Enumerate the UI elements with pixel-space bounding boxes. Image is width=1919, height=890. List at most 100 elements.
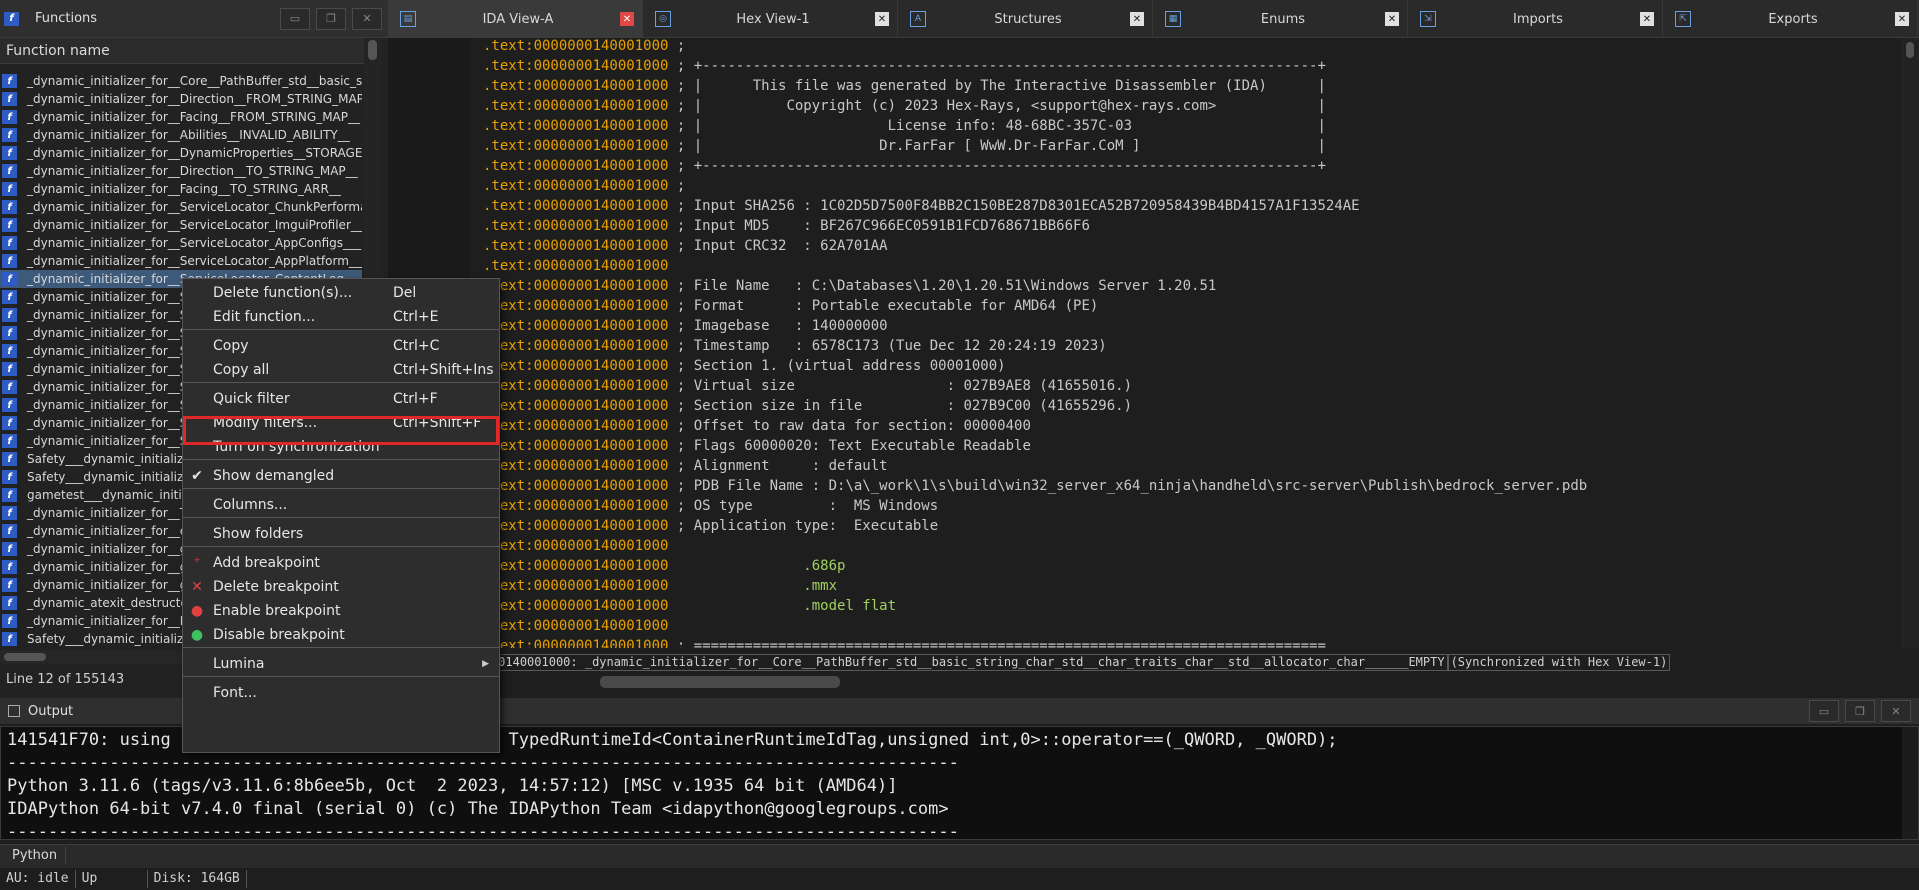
close-icon[interactable]: ✕ bbox=[875, 12, 889, 26]
disassembly-line[interactable]: .text:0000000140001000 ; bbox=[483, 38, 1587, 56]
function-list-item[interactable]: f _dynamic_initializer_for__Facing__TO_ST… bbox=[0, 180, 362, 198]
menu-item-label: Columns... bbox=[213, 497, 288, 513]
function-list-item[interactable]: f _dynamic_initializer_for__DynamicProper… bbox=[0, 144, 362, 162]
maximize-panel-button[interactable]: ❐ bbox=[1845, 700, 1875, 722]
menu-item-show-folders[interactable]: Show folders bbox=[183, 522, 499, 546]
output-line: ----------------------------------------… bbox=[7, 822, 959, 840]
float-panel-button[interactable]: ▭ bbox=[1809, 700, 1839, 722]
python-language-button[interactable]: Python bbox=[4, 847, 67, 864]
disassembly-line[interactable]: .text:0000000140001000 bbox=[483, 536, 1587, 556]
disassembly-line[interactable]: .text:0000000140001000 ; OS type : MS Wi… bbox=[483, 496, 1587, 516]
disassembly-line[interactable]: .text:0000000140001000 ; Format : Portab… bbox=[483, 296, 1587, 316]
function-list-item[interactable]: f _dynamic_initializer_for__Core__PathBuf… bbox=[0, 72, 362, 90]
disassembly-line[interactable]: .text:0000000140001000 .mmx bbox=[483, 576, 1587, 596]
disassembly-line[interactable]: .text:0000000140001000 ; Section size in… bbox=[483, 396, 1587, 416]
disassembly-line[interactable]: .text:0000000140001000 ; Input CRC32 : 6… bbox=[483, 236, 1587, 256]
line-content: ; ======================================… bbox=[676, 638, 1326, 648]
menu-item-enable-breakpoint[interactable]: ● Enable breakpoint bbox=[183, 599, 499, 623]
menu-item-label: Delete function(s)... bbox=[213, 285, 353, 301]
function-list-item[interactable]: f _dynamic_initializer_for__ServiceLocato… bbox=[0, 252, 362, 270]
disassembly-line[interactable]: .text:0000000140001000 ; Alignment : def… bbox=[483, 456, 1587, 476]
disassembly-line[interactable]: .text:0000000140001000 ; File Name : C:\… bbox=[483, 276, 1587, 296]
function-name: _dynamic_initializer_for__g bbox=[27, 542, 188, 556]
function-name-column-header[interactable]: Function name bbox=[0, 38, 368, 64]
line-content: ; bbox=[676, 178, 694, 194]
ida-view-disassembly[interactable]: .text:0000000140001000 ; .text:000000014… bbox=[388, 38, 1919, 648]
menu-item-show-demangled[interactable]: ✔ Show demangled bbox=[183, 464, 499, 488]
disassembly-line[interactable]: .text:0000000140001000 ; Input SHA256 : … bbox=[483, 196, 1587, 216]
function-list-item[interactable]: f _dynamic_initializer_for__Direction__TO… bbox=[0, 162, 362, 180]
disassembly-line[interactable]: .text:0000000140001000 bbox=[483, 616, 1587, 636]
function-list-item[interactable]: f _dynamic_initializer_for__Direction__FR… bbox=[0, 90, 362, 108]
disassembly-line[interactable]: .text:0000000140001000 ; Section 1. (vir… bbox=[483, 356, 1587, 376]
menu-item-edit-function[interactable]: Edit function... Ctrl+E bbox=[183, 305, 499, 329]
function-list-item[interactable]: f _dynamic_initializer_for__Abilities__IN… bbox=[0, 126, 362, 144]
tab-enums[interactable]: ▦ Enums ✕ bbox=[1153, 0, 1408, 38]
disassembly-line[interactable]: .text:0000000140001000 ; Virtual size : … bbox=[483, 376, 1587, 396]
menu-item-copy-all[interactable]: Copy all Ctrl+Shift+Ins bbox=[183, 358, 499, 382]
menu-item-columns[interactable]: Columns... bbox=[183, 493, 499, 517]
disassembly-line[interactable]: .text:0000000140001000 ; bbox=[483, 176, 1587, 196]
function-list-item[interactable]: f _dynamic_initializer_for__ServiceLocato… bbox=[0, 234, 362, 252]
tab-ida-view-a[interactable]: ▤ IDA View-A ✕ bbox=[388, 0, 643, 38]
menu-item-delete-function-s[interactable]: Delete function(s)... Del bbox=[183, 281, 499, 305]
line-content: ; bbox=[676, 38, 694, 54]
function-name: _dynamic_initializer_for__S bbox=[27, 398, 188, 412]
disassembly-line[interactable]: .text:0000000140001000 ; | Dr.FarFar [ W… bbox=[483, 136, 1587, 156]
disassembly-line[interactable]: .text:0000000140001000 ; | Copyright (c)… bbox=[483, 96, 1587, 116]
tab-exports[interactable]: ⇱ Exports ✕ bbox=[1663, 0, 1918, 38]
scrollbar-thumb[interactable] bbox=[1906, 42, 1914, 58]
menu-item-font[interactable]: Font... bbox=[183, 681, 499, 705]
function-name: _dynamic_initializer_for__S bbox=[27, 290, 188, 304]
disassembly-line[interactable]: .text:0000000140001000 ; Flags 60000020:… bbox=[483, 436, 1587, 456]
function-list-item[interactable]: f _dynamic_initializer_for__Facing__FROM_… bbox=[0, 108, 362, 126]
disassembly-line[interactable]: .text:0000000140001000 ; | This file was… bbox=[483, 76, 1587, 96]
function-icon: f bbox=[2, 254, 17, 268]
tab-hex-view-1[interactable]: ◎ Hex View-1 ✕ bbox=[643, 0, 898, 38]
disassembly-lines[interactable]: .text:0000000140001000 ; .text:000000014… bbox=[483, 38, 1587, 648]
float-panel-button[interactable]: ▭ bbox=[280, 7, 310, 30]
function-icon: f bbox=[2, 470, 17, 484]
menu-item-lumina[interactable]: Lumina ▶ bbox=[183, 652, 499, 676]
close-panel-button[interactable]: ✕ bbox=[1881, 700, 1911, 722]
line-address: .text:0000000140001000 bbox=[483, 598, 669, 614]
output-vertical-scrollbar[interactable] bbox=[1902, 727, 1918, 839]
menu-item-copy[interactable]: Copy Ctrl+C bbox=[183, 334, 499, 358]
close-icon[interactable]: ✕ bbox=[1385, 12, 1399, 26]
disassembly-line[interactable]: .text:0000000140001000 ; Imagebase : 140… bbox=[483, 316, 1587, 336]
function-name: _dynamic_initializer_for__Direction__FRO… bbox=[27, 92, 362, 106]
disassembly-line[interactable]: .text:0000000140001000 .model flat bbox=[483, 596, 1587, 616]
disassembly-line[interactable]: .text:0000000140001000 .686p bbox=[483, 556, 1587, 576]
disassembly-line[interactable]: .text:0000000140001000 ; | License info:… bbox=[483, 116, 1587, 136]
disassembly-line[interactable]: .text:0000000140001000 ; +--------------… bbox=[483, 56, 1587, 76]
maximize-panel-button[interactable]: ❐ bbox=[316, 7, 346, 30]
tab-imports[interactable]: ⇲ Imports ✕ bbox=[1408, 0, 1663, 38]
menu-item-add-breakpoint[interactable]: ⁺ Add breakpoint bbox=[183, 551, 499, 575]
menu-item-quick-filter[interactable]: Quick filter Ctrl+F bbox=[183, 387, 499, 411]
ida-vertical-scrollbar[interactable] bbox=[1901, 38, 1919, 648]
scrollbar-thumb[interactable] bbox=[4, 653, 46, 661]
close-icon[interactable]: ✕ bbox=[1640, 12, 1654, 26]
disassembly-line[interactable]: .text:0000000140001000 ; ===============… bbox=[483, 636, 1587, 648]
function-list-item[interactable]: f _dynamic_initializer_for__ServiceLocato… bbox=[0, 216, 362, 234]
disassembly-line[interactable]: .text:0000000140001000 ; +--------------… bbox=[483, 156, 1587, 176]
disassembly-line[interactable]: .text:0000000140001000 ; Input MD5 : BF2… bbox=[483, 216, 1587, 236]
close-icon[interactable]: ✕ bbox=[1895, 12, 1909, 26]
menu-item-delete-breakpoint[interactable]: ✕ Delete breakpoint bbox=[183, 575, 499, 599]
tab-structures[interactable]: A Structures ✕ bbox=[898, 0, 1153, 38]
close-icon[interactable]: ✕ bbox=[1130, 12, 1144, 26]
menu-item-disable-breakpoint[interactable]: ● Disable breakpoint bbox=[183, 623, 499, 647]
disassembly-line[interactable]: .text:0000000140001000 ; PDB File Name :… bbox=[483, 476, 1587, 496]
close-panel-button[interactable]: ✕ bbox=[352, 7, 382, 30]
function-list-item[interactable]: f _dynamic_initializer_for__ServiceLocato… bbox=[0, 198, 362, 216]
function-icon: f bbox=[2, 434, 17, 448]
disassembly-line[interactable]: .text:0000000140001000 ; Offset to raw d… bbox=[483, 416, 1587, 436]
menu-separator bbox=[183, 488, 499, 489]
scrollbar-thumb[interactable] bbox=[368, 40, 377, 60]
close-icon[interactable]: ✕ bbox=[620, 12, 634, 26]
disassembly-line[interactable]: .text:0000000140001000 ; Timestamp : 657… bbox=[483, 336, 1587, 356]
disassembly-line[interactable]: .text:0000000140001000 bbox=[483, 256, 1587, 276]
ida-horizontal-scrollbar[interactable] bbox=[600, 676, 840, 688]
status-bar: AU: idle Up Disk: 164GB bbox=[0, 868, 1919, 890]
disassembly-line[interactable]: .text:0000000140001000 ; Application typ… bbox=[483, 516, 1587, 536]
